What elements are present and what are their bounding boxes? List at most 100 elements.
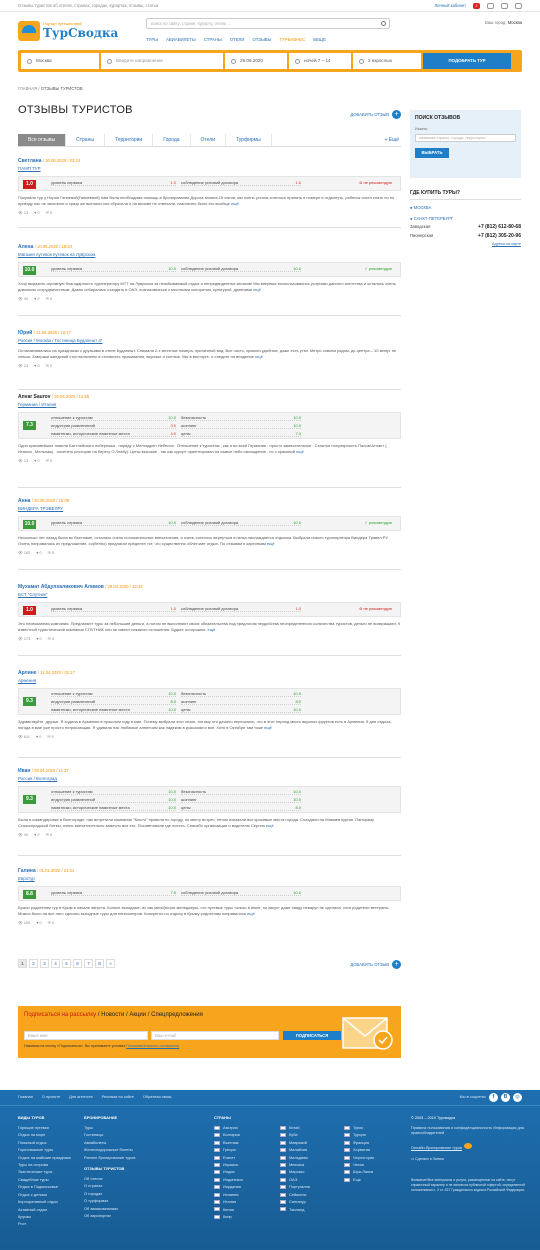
breadcrumb-home[interactable]: ГЛАВНАЯ [18,86,37,91]
footer-list-link[interactable]: Туры на острова [18,1161,80,1168]
footer-list-link[interactable]: Отдых в Подмосковье [18,1183,80,1190]
heart-icon[interactable] [501,2,508,9]
tab-territories[interactable]: Территории [105,134,154,146]
nights-field[interactable]: ночей 7 – 14 [289,53,351,69]
offices-map-link[interactable]: Адреса на карте [410,242,521,247]
likes-count[interactable]: ♥ 0 [34,211,39,216]
footer-list-link[interactable]: Свадебные туры [18,1176,80,1183]
departure-field[interactable]: Москва [21,53,99,69]
partner-badge[interactable]: Онлайн-бронирование туров [411,1142,526,1152]
footer-list-link[interactable]: Активный отдых [18,1206,80,1213]
country-link[interactable]: Кипр [214,1213,280,1220]
country-link[interactable]: Малайзия [280,1146,344,1153]
footer-list-link[interactable]: Об аэропортах [84,1212,154,1219]
review-search-input[interactable]: название страны, города, территории [415,133,516,142]
footer-link[interactable]: О проекте [42,1094,60,1100]
tourists-field[interactable]: 2 взрослых [353,53,421,69]
country-link[interactable]: Франция [344,1139,404,1146]
country-link[interactable]: Индонезия [214,1176,280,1183]
country-link[interactable]: Мальдивы [280,1154,344,1161]
cart-icon[interactable] [487,2,494,9]
country-link[interactable]: Сингапур [280,1198,344,1205]
footer-list-link[interactable]: О странах [84,1182,154,1189]
footer-list-link[interactable]: Туры [84,1124,154,1131]
email-input[interactable]: Ваш e-mail [151,1031,279,1040]
user-icon[interactable] [515,2,522,9]
facebook-icon[interactable]: f [489,1093,498,1102]
review-author[interactable]: Anvar Saurov / 20.05.2020 / 12:55 [18,394,401,400]
page-8[interactable]: 8 [95,959,104,968]
country-link[interactable]: Индия [214,1168,280,1175]
name-input[interactable]: Ваше имя [24,1031,148,1040]
footer-list-link[interactable]: Авиабилеты [84,1139,154,1146]
tab-more[interactable]: + Ещё [382,134,401,146]
page-2[interactable]: 2 [29,959,38,968]
country-link[interactable]: Испания [214,1191,280,1198]
country-link[interactable]: Тунис [344,1124,404,1131]
nav-more[interactable]: БЕЩЕ [313,37,326,42]
country-link[interactable]: Португалия [280,1183,344,1190]
review-author[interactable]: Светлана / 30.06.2020 / 23:24 [18,158,401,164]
nav-reviews[interactable]: ОТЗЫВЫ [252,37,271,42]
review-author[interactable]: Анна / 20.05.2020 / 15:09 [18,498,401,504]
nav-hotels[interactable]: ОТЕЛИ [230,37,245,42]
add-review-button[interactable]: ДОБАВИТЬ ОТЗЫВ + [350,110,401,119]
office-city-spb[interactable]: ● САНКТ-ПЕТЕРБУРГ [410,216,521,221]
footer-list-link[interactable]: О городах [84,1190,154,1197]
logo[interactable]: Портал путешествий ТурСводка [18,21,138,41]
comments-count[interactable]: ✉ 0 [46,211,52,216]
destination-field[interactable]: Введите направление [101,53,223,69]
footer-list-link[interactable]: Отдых на море [18,1131,80,1138]
nav-tourbusiness[interactable]: ТУРБИЗНЕС [279,37,305,42]
footer-list-link[interactable]: Раннее бронирование туров [84,1154,154,1161]
footer-list-link[interactable]: Экзотические туры [18,1168,80,1175]
review-author[interactable]: Мухамат Абдулхаликович Алимов / 28.03.20… [18,584,401,590]
country-link[interactable]: Мексика [280,1161,344,1168]
review-author[interactable]: Юрий / 21.06.2020 / 16:17 [18,330,401,336]
review-subject-link[interactable]: Евротур [18,876,401,882]
review-subject-link[interactable]: ВИНДЕРА ТРЭВЕЛРУ [18,506,401,512]
review-author[interactable]: Алена / 10.06.2020 / 18:34 [18,244,401,250]
nav-flights[interactable]: АВИАБИЛЕТЫ [166,37,196,42]
footer-list-link[interactable]: Гостиницы [84,1131,154,1138]
city-selector[interactable]: Ваш город: Москва [485,20,522,25]
review-search-button[interactable]: ВЫБРАТЬ [415,147,449,158]
review-author[interactable]: Арлине / 11.04.2020 / 01:17 [18,670,401,676]
tab-all[interactable]: Все отзывы [18,134,67,146]
country-link[interactable]: Иордания [214,1183,280,1190]
country-link[interactable]: Еще [344,1176,404,1183]
page-3[interactable]: 3 [40,959,49,968]
review-subject-link[interactable]: Армения [18,678,401,684]
country-link[interactable]: Шри-Ланка [344,1168,404,1175]
footer-list-link[interactable]: Отдых с детьми [18,1191,80,1198]
country-link[interactable]: Кения [214,1206,280,1213]
country-link[interactable]: Греция [214,1146,280,1153]
footer-link[interactable]: Реклама на сайте [102,1094,134,1100]
page-4[interactable]: 4 [51,959,60,968]
page-5[interactable]: 5 [62,959,71,968]
terms-link[interactable]: Пользовательского соглашения [126,1044,179,1048]
review-author[interactable]: Иван / 09.04.2020 / 11:27 [18,768,401,774]
country-link[interactable]: Хорватия [344,1146,404,1153]
country-link[interactable]: ОАЭ [280,1176,344,1183]
country-link[interactable]: Куба [280,1131,344,1138]
country-link[interactable]: Египет [214,1154,280,1161]
tab-cities[interactable]: Города [153,134,191,146]
read-more-link[interactable]: ещё [264,725,272,730]
footer-list-link[interactable]: О турфирмах [84,1197,154,1204]
read-more-link[interactable]: ещё [231,201,239,206]
read-more-link[interactable]: ещё [267,541,275,546]
country-link[interactable]: Болгария [214,1131,280,1138]
review-subject-link[interactable]: ПАМП ТУР [18,166,401,172]
page-7[interactable]: 7 [84,959,93,968]
add-review-button-bottom[interactable]: ДОБАВИТЬ ОТЗЫВ + [350,960,401,969]
review-subject-link[interactable]: Магазин путевок путевок на Луврском [18,252,401,258]
country-link[interactable]: Турция [344,1131,404,1138]
policy-link[interactable]: Правила пользования и конфиденциальность… [411,1126,526,1137]
date-field[interactable]: 29.06.2020 [225,53,287,69]
country-link[interactable]: Китай [280,1124,344,1131]
instagram-icon[interactable]: ◎ [513,1093,522,1102]
country-link[interactable]: Черногория [344,1154,404,1161]
personal-cabinet-link[interactable]: Личный кабинет [434,3,466,8]
footer-link[interactable]: Для агентств [69,1094,92,1100]
